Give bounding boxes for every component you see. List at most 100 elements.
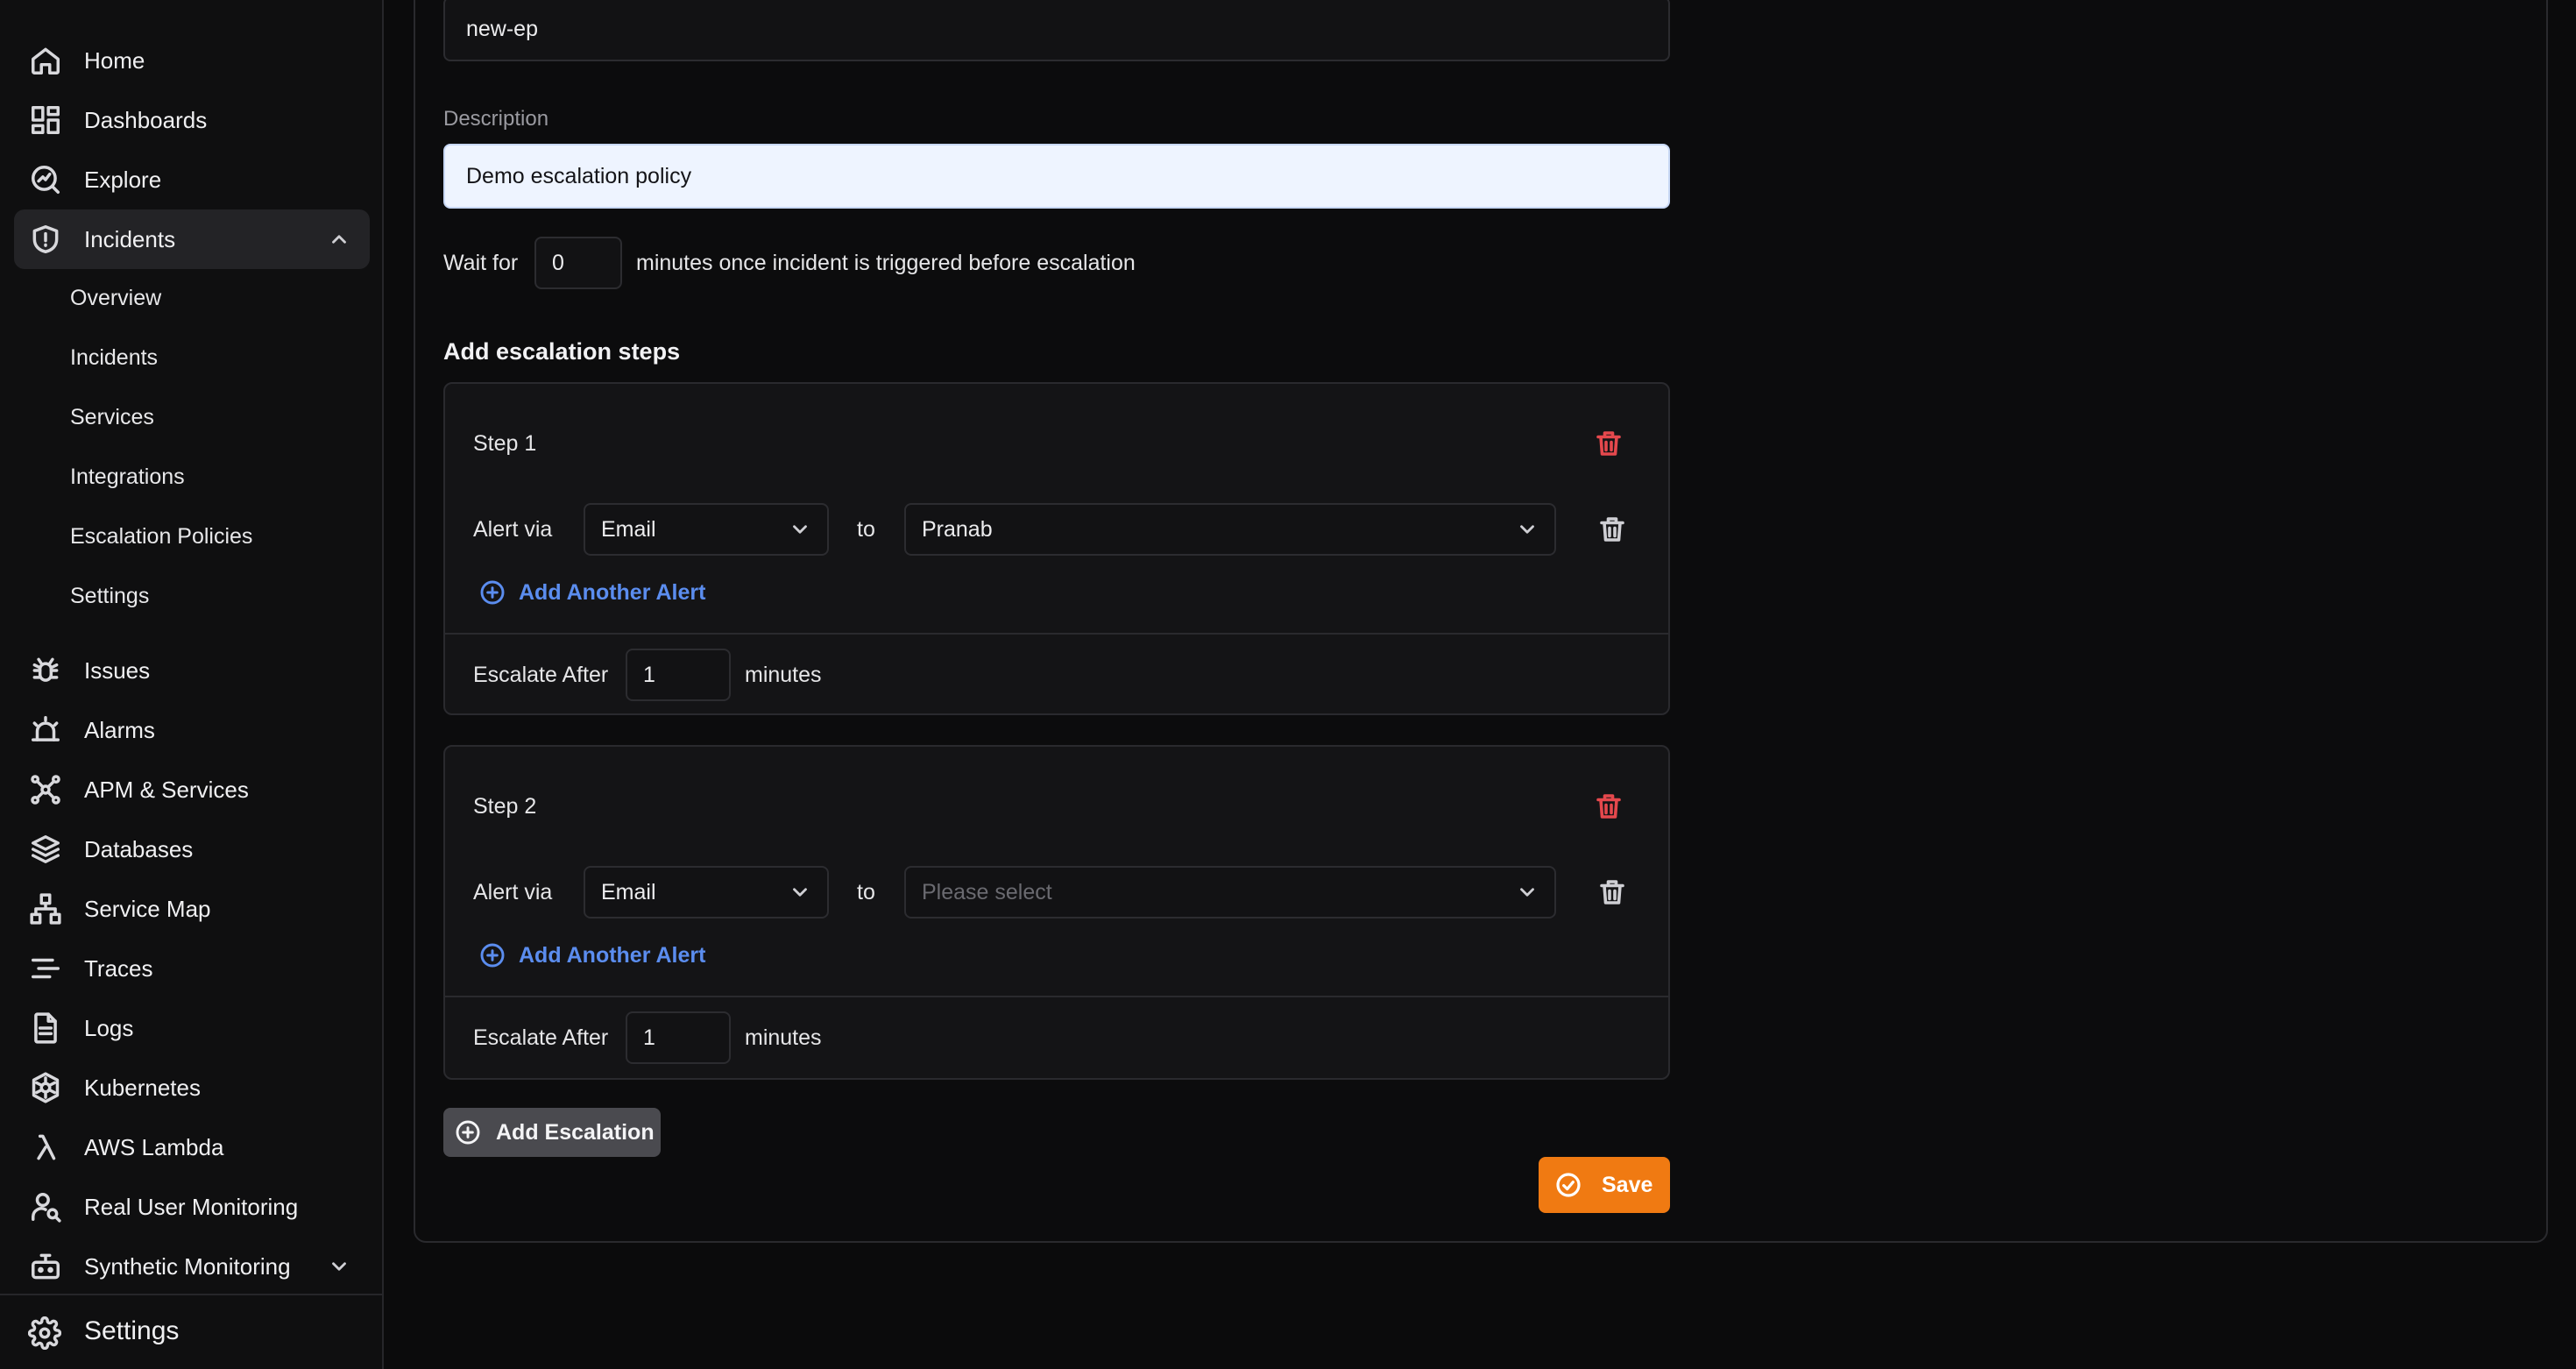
sidebar-item-incidents[interactable]: Incidents [14, 209, 370, 269]
sidebar-item-apm-services[interactable]: APM & Services [14, 760, 370, 819]
alert-channel-value: Email [601, 879, 656, 904]
sidebar-item-label: Dashboards [84, 106, 208, 133]
escalate-after-input[interactable]: 1 [626, 649, 731, 701]
sidebar-item-label: Real User Monitoring [84, 1193, 299, 1220]
sidebar-item-label: Logs [84, 1014, 134, 1041]
sidebar-item-label: Traces [84, 954, 153, 982]
minutes-label: minutes [745, 663, 822, 687]
sidebar-item-service-map[interactable]: Service Map [14, 879, 370, 939]
sidebar-item-real-user-monitoring[interactable]: Real User Monitoring [14, 1177, 370, 1237]
home-icon [28, 43, 63, 78]
sidebar-item-label: Home [84, 46, 145, 74]
alert-channel-select[interactable]: Email [584, 866, 829, 919]
sidebar-item-label: AWS Lambda [84, 1133, 224, 1160]
sidebar-item-aws-lambda[interactable]: AWS Lambda [14, 1117, 370, 1177]
step-title: Step 2 [473, 794, 537, 819]
add-escalation-label: Add Escalation [496, 1119, 655, 1145]
escalation-step-card: Step 1 Alert via Email to Pranab Add Ano… [443, 382, 1670, 715]
service-map-icon [28, 891, 63, 926]
sidebar-item-kubernetes[interactable]: Kubernetes [14, 1058, 370, 1117]
sidebar-subitem-services[interactable]: Services [70, 405, 154, 430]
recipient-value: Pranab [922, 516, 993, 542]
robot-icon [28, 1249, 63, 1284]
recipient-placeholder: Please select [922, 879, 1052, 904]
escalate-after-input[interactable]: 1 [626, 1011, 731, 1064]
traces-icon [28, 951, 63, 986]
recipient-select[interactable]: Please select [904, 866, 1556, 919]
check-circle-icon [1556, 1173, 1581, 1197]
escalation-step-card: Step 2 Alert via Email to Please select … [443, 745, 1670, 1080]
to-label: to [857, 517, 875, 542]
description-input[interactable]: Demo escalation policy [443, 144, 1670, 209]
policy-name-input[interactable]: new-ep [443, 0, 1670, 61]
sidebar-item-label: APM & Services [84, 776, 249, 803]
escalate-after-label: Escalate After [473, 663, 609, 687]
sidebar-item-label: Alarms [84, 716, 155, 743]
add-escalation-button[interactable]: Add Escalation [443, 1108, 661, 1157]
sidebar-item-label: Databases [84, 835, 194, 862]
delete-step-icon[interactable] [1593, 428, 1624, 459]
sidebar-item-label: Service Map [84, 895, 211, 922]
chevron-down-icon [789, 881, 811, 904]
chevron-down-icon [789, 518, 811, 541]
description-label: Description [443, 107, 549, 131]
escalate-after-label: Escalate After [473, 1025, 609, 1050]
add-another-alert-button[interactable]: Add Another Alert [478, 578, 705, 606]
logs-icon [28, 1011, 63, 1046]
sidebar-item-databases[interactable]: Databases [14, 819, 370, 879]
sidebar-item-explore[interactable]: Explore [14, 150, 370, 209]
recipient-select[interactable]: Pranab [904, 503, 1556, 556]
sidebar-item-label: Explore [84, 166, 162, 193]
sidebar-settings[interactable]: Settings [0, 1294, 382, 1369]
step-title: Step 1 [473, 431, 537, 456]
chevron-down-icon [1516, 881, 1539, 904]
sidebar-subitem-escalation-policies[interactable]: Escalation Policies [70, 524, 252, 550]
user-monitoring-icon [28, 1189, 63, 1224]
save-label: Save [1602, 1172, 1653, 1197]
chevron-up-icon[interactable] [328, 228, 350, 251]
plus-circle-icon [456, 1120, 480, 1145]
wait-for-label: Wait for [443, 251, 519, 275]
alert-via-label: Alert via [473, 517, 553, 542]
gear-icon [27, 1316, 63, 1351]
alert-channel-value: Email [601, 516, 656, 542]
sidebar-item-traces[interactable]: Traces [14, 939, 370, 998]
to-label: to [857, 880, 875, 904]
sidebar: Home Dashboards Explore Incidents Overvi… [0, 0, 384, 1369]
sidebar-subitem-incidents[interactable]: Incidents [70, 345, 158, 371]
database-icon [28, 832, 63, 867]
add-another-alert-label: Add Another Alert [519, 942, 706, 968]
plus-circle-icon [480, 580, 505, 605]
sidebar-item-synthetic-monitoring[interactable]: Synthetic Monitoring [14, 1237, 370, 1296]
apm-icon [28, 772, 63, 807]
chevron-down-icon[interactable] [328, 1255, 350, 1278]
explore-icon [28, 162, 63, 197]
sidebar-item-label: Synthetic Monitoring [84, 1252, 291, 1280]
dashboards-icon [28, 103, 63, 138]
bug-icon [28, 653, 63, 688]
save-button[interactable]: Save [1539, 1157, 1670, 1213]
wait-for-suffix: minutes once incident is triggered befor… [636, 251, 1136, 275]
alert-via-label: Alert via [473, 880, 553, 904]
sidebar-item-issues[interactable]: Issues [14, 641, 370, 700]
sidebar-subitem-overview[interactable]: Overview [70, 286, 161, 311]
plus-circle-icon [480, 943, 505, 968]
delete-step-icon[interactable] [1593, 791, 1624, 822]
kubernetes-icon [28, 1070, 63, 1105]
sidebar-item-home[interactable]: Home [14, 31, 370, 90]
wait-minutes-input[interactable]: 0 [534, 237, 622, 289]
sidebar-item-logs[interactable]: Logs [14, 998, 370, 1058]
lambda-icon [28, 1130, 63, 1165]
sidebar-item-dashboards[interactable]: Dashboards [14, 90, 370, 150]
sidebar-subitem-settings[interactable]: Settings [70, 584, 149, 609]
delete-alert-icon[interactable] [1596, 876, 1628, 908]
sidebar-item-label: Incidents [84, 225, 176, 252]
sidebar-item-alarms[interactable]: Alarms [14, 700, 370, 760]
sidebar-item-label: Kubernetes [84, 1074, 201, 1101]
alert-channel-select[interactable]: Email [584, 503, 829, 556]
sidebar-subitem-integrations[interactable]: Integrations [70, 465, 185, 490]
add-another-alert-button[interactable]: Add Another Alert [478, 941, 705, 969]
escalation-steps-heading: Add escalation steps [443, 338, 681, 365]
shield-icon [28, 222, 63, 257]
delete-alert-icon[interactable] [1596, 514, 1628, 545]
